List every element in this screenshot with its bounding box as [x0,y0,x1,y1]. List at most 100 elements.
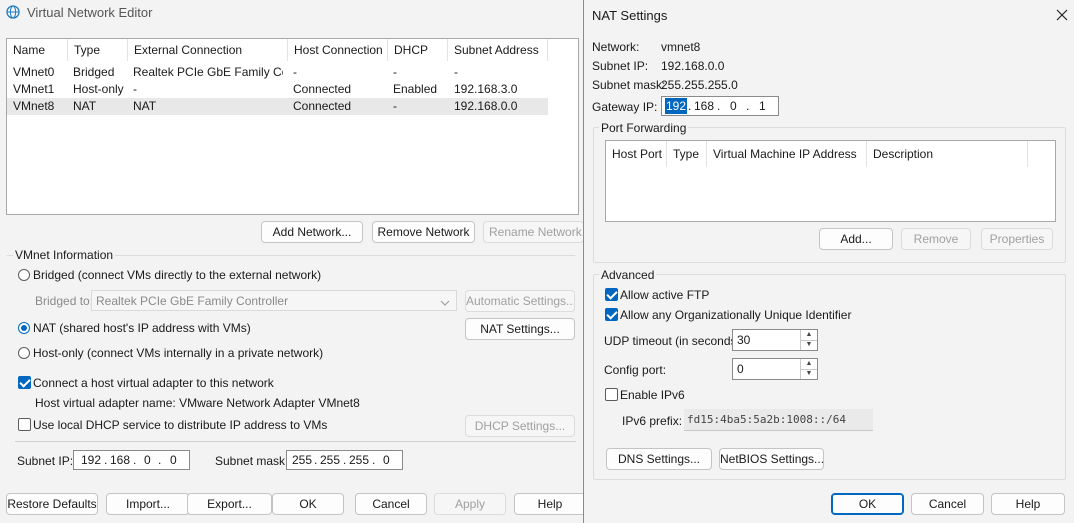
column-host-connection[interactable]: Host Connection [288,39,388,61]
udp-timeout-label: UDP timeout (in seconds): [604,334,744,348]
network-value: vmnet8 [661,40,701,54]
vmnet-info-group [6,255,576,480]
ok-button[interactable]: OK [272,493,344,515]
adapter-name-label: Host virtual adapter name: VMware Networ… [35,396,360,410]
allow-oui-checkbox[interactable] [605,308,618,321]
divider [15,441,576,442]
network-list[interactable]: Name Type External Connection Host Conne… [6,38,579,215]
cancel-button[interactable]: Cancel [355,493,427,515]
hostonly-radio[interactable] [18,347,30,359]
udp-timeout-stepper[interactable]: 30 ▲ ▼ [732,329,818,351]
config-port-stepper[interactable]: 0 ▲ ▼ [732,358,818,380]
hostonly-label[interactable]: Host-only (connect VMs internally in a p… [33,346,323,360]
stepper-arrows[interactable]: ▲ ▼ [800,330,817,350]
column-subnet-address[interactable]: Subnet Address [448,39,548,61]
properties-button[interactable]: Properties [981,228,1053,250]
connect-adapter-checkbox[interactable] [18,376,31,389]
column-type[interactable]: Type [68,39,128,61]
nat-dialog-title: NAT Settings [592,8,668,23]
nat-settings-dialog: NAT Settings Network: vmnet8 Subnet IP: … [583,0,1074,523]
enable-ipv6-label[interactable]: Enable IPv6 [620,388,685,402]
cell-name: VMnet0 [13,65,55,79]
dhcp-settings-button[interactable]: DHCP Settings... [465,415,575,437]
ip-octet: 192 [81,453,102,467]
cell-type: NAT [73,99,97,113]
allow-ftp-label[interactable]: Allow active FTP [620,288,709,302]
ip-octet: 0 [144,453,151,467]
nat-ok-button[interactable]: OK [831,493,904,515]
subnet-mask-field[interactable]: 255 . 255 . 255 . 0 [286,450,403,470]
add-network-button[interactable]: Add Network... [261,221,363,243]
cell-name: VMnet1 [13,82,55,96]
column-dhcp[interactable]: DHCP [388,39,448,61]
subnet-ip-field[interactable]: 192 . 168 . 0 . 0 [73,450,190,470]
remove-port-button[interactable]: Remove [901,228,971,250]
import-button[interactable]: Import... [106,493,190,515]
column-external-connection[interactable]: External Connection [128,39,288,61]
chevron-down-icon[interactable]: ▼ [801,369,817,379]
close-icon[interactable] [1055,8,1069,22]
cell-name: VMnet8 [13,99,55,113]
port-forwarding-list[interactable]: Host Port Type Virtual Machine IP Addres… [605,140,1056,222]
cell-external: Realtek PCIe GbE Family Co... [133,65,283,79]
allow-oui-label[interactable]: Allow any Organizationally Unique Identi… [620,308,851,322]
advanced-title: Advanced [599,268,657,282]
column-description[interactable]: Description [867,141,1028,167]
table-row-selected[interactable]: VMnet8 NAT NAT Connected - 192.168.0.0 [7,98,548,115]
cell-dhcp: Enabled [393,82,438,96]
column-host-port[interactable]: Host Port [606,141,667,167]
ip-dot: . [104,453,108,467]
rename-network-button[interactable]: Rename Network... [483,221,584,243]
automatic-settings-button[interactable]: Automatic Settings... [465,290,575,312]
add-port-button[interactable]: Add... [819,228,893,250]
remove-network-button[interactable]: Remove Network [372,221,475,243]
restore-defaults-button[interactable]: Restore Defaults [6,493,98,515]
column-vm-ip[interactable]: Virtual Machine IP Address [707,141,867,167]
ip-octet: 168 [110,453,131,467]
ip-dot: . [717,99,721,113]
ip-dot: . [688,99,692,113]
bridged-to-select[interactable]: Realtek PCIe GbE Family Controller [91,290,457,311]
nat-cancel-button[interactable]: Cancel [911,493,984,515]
column-type[interactable]: Type [667,141,707,167]
stepper-arrows[interactable]: ▲ ▼ [800,359,817,379]
apply-button[interactable]: Apply [434,493,506,515]
ip-octet: 0 [383,453,390,467]
table-row[interactable]: VMnet0 Bridged Realtek PCIe GbE Family C… [7,64,548,81]
connect-adapter-label[interactable]: Connect a host virtual adapter to this n… [33,376,274,390]
help-button[interactable]: Help [514,493,586,515]
port-forwarding-title: Port Forwarding [599,121,689,135]
bridged-radio[interactable] [18,269,30,281]
main-title-bar: Virtual Network Editor [0,0,584,26]
enable-ipv6-checkbox[interactable] [605,388,618,401]
cell-host: Connected [293,82,352,96]
cell-subnet: 192.168.3.0 [454,82,518,96]
cell-host: - [293,65,297,79]
dhcp-checkbox[interactable] [18,418,31,431]
dns-settings-button[interactable]: DNS Settings... [606,448,712,470]
ip-octet-selected: 192 [665,98,688,114]
nat-radio[interactable] [18,322,30,334]
cell-dhcp: - [393,99,397,113]
subnet-mask-label: Subnet mask: [215,454,289,468]
bridged-to-label: Bridged to: [35,294,94,308]
ip-dot: . [133,453,137,467]
table-row[interactable]: VMnet1 Host-only - Connected Enabled 192… [7,81,548,98]
cell-subnet: - [454,65,458,79]
chevron-down-icon[interactable]: ▼ [801,340,817,350]
bridged-label[interactable]: Bridged (connect VMs directly to the ext… [33,268,321,282]
dhcp-label[interactable]: Use local DHCP service to distribute IP … [33,418,327,432]
ipv6-prefix-field[interactable]: fd15:4ba5:5a2b:1008::/64 [684,409,873,431]
nat-settings-button[interactable]: NAT Settings... [465,318,575,340]
cell-dhcp: - [393,65,397,79]
allow-ftp-checkbox[interactable] [605,288,618,301]
gateway-ip-field[interactable]: 192 . 168 . 0 . 1 [661,96,779,116]
netbios-settings-button[interactable]: NetBIOS Settings... [719,448,824,470]
cell-external: NAT [133,99,157,113]
main-title: Virtual Network Editor [27,5,153,20]
column-name[interactable]: Name [7,39,68,61]
ip-octet: 255 [349,453,370,467]
nat-label[interactable]: NAT (shared host's IP address with VMs) [33,321,251,335]
export-button[interactable]: Export... [187,493,272,515]
nat-help-button[interactable]: Help [991,493,1065,515]
